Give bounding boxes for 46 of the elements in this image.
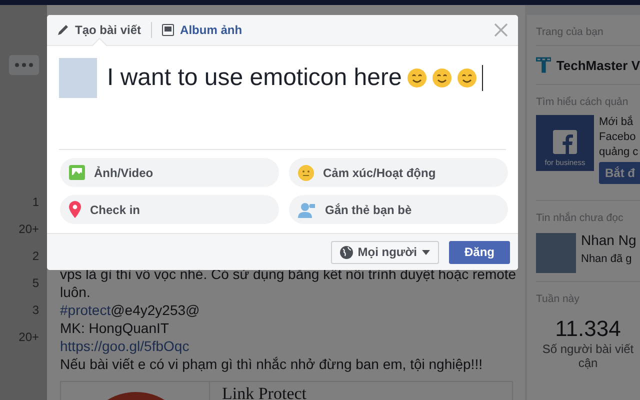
smiley-icon bbox=[406, 68, 427, 88]
globe-icon bbox=[340, 246, 353, 258]
message-preview: Nhan đã g bbox=[581, 252, 633, 267]
count-label: 20+ bbox=[18, 221, 39, 238]
facebook-f-icon bbox=[553, 130, 577, 154]
smiley-icon bbox=[298, 164, 314, 180]
more-options-icon[interactable] bbox=[9, 55, 39, 75]
composer-action[interactable]: Cảm xúc/Hoạt động bbox=[289, 158, 508, 187]
reach-caption: cận bbox=[577, 356, 599, 370]
album-icon bbox=[162, 24, 174, 36]
reach-caption: Số người bài viết bbox=[541, 342, 635, 356]
sender-name[interactable]: Nhan Ng bbox=[581, 233, 636, 248]
pencil-icon bbox=[57, 24, 69, 36]
post-text: Nếu bài viết e có vi phạm gì thì nhắc nhở đừng ban em, tội nghiệp!!! bbox=[60, 355, 484, 373]
count-label: 20+ bbox=[18, 329, 39, 346]
composer-action[interactable]: Check in bbox=[60, 195, 279, 224]
count-label: 1 bbox=[32, 194, 39, 211]
post-button[interactable]: Đăng bbox=[449, 240, 510, 264]
audience-dropdown[interactable]: Mọi người bbox=[330, 240, 439, 264]
post-text: MK: HongQuanIT bbox=[60, 319, 170, 337]
composer-tab[interactable]: Tạo bài viết bbox=[57, 15, 142, 45]
reach-count: 11.334 bbox=[554, 315, 622, 342]
photo-icon bbox=[69, 165, 85, 180]
count-label: 5 bbox=[32, 275, 39, 292]
promo-text: Mới bắ bbox=[599, 115, 634, 130]
caret-icon bbox=[422, 250, 430, 254]
person-tag-icon bbox=[298, 202, 316, 218]
close-button[interactable] bbox=[494, 23, 508, 37]
count-label: 2 bbox=[32, 248, 39, 265]
count-label: 3 bbox=[32, 302, 39, 319]
profile-picture-placeholder bbox=[59, 58, 97, 98]
composer-action[interactable]: Ảnh/Video bbox=[60, 158, 279, 187]
post-text: #protect@e4y2y253@ bbox=[60, 301, 201, 319]
composer-tab[interactable]: Album ảnh bbox=[162, 15, 242, 45]
link-preview-card[interactable]: Link Protect bbox=[60, 381, 513, 400]
page-name-link[interactable]: TechMaster V bbox=[556, 58, 640, 72]
post-input[interactable]: I want to use emoticon here bbox=[107, 58, 483, 98]
avatar-placeholder bbox=[536, 233, 576, 273]
promo-text: Facebo bbox=[599, 130, 637, 145]
preview-title: Link Protect bbox=[209, 382, 512, 400]
smiley-icon bbox=[432, 68, 452, 88]
location-pin-icon bbox=[69, 201, 81, 218]
post-text: luôn. bbox=[60, 283, 92, 301]
promo-text: quảng c bbox=[599, 145, 640, 160]
smiley-icon bbox=[456, 68, 477, 88]
composer-action[interactable]: Gắn thẻ bạn bè bbox=[289, 195, 508, 224]
